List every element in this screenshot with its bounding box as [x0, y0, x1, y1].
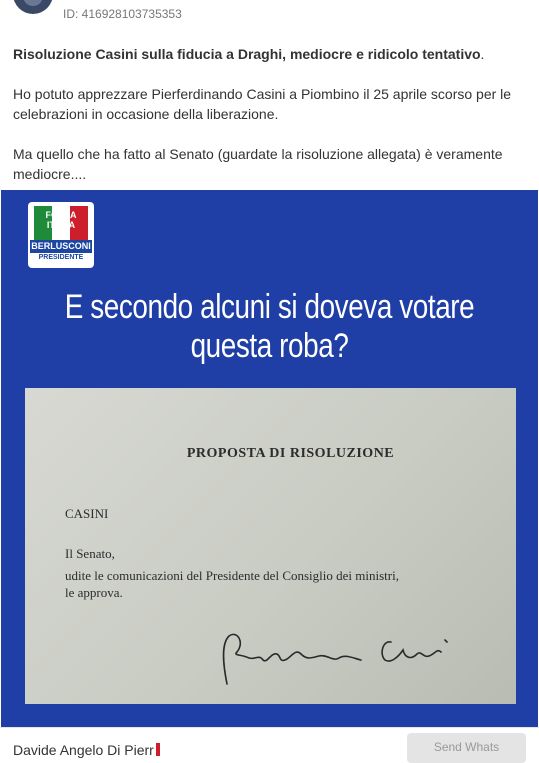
logo-subtitle: PRESIDENTE: [38, 254, 84, 261]
send-whatsapp-button[interactable]: Send Whats: [407, 733, 526, 763]
post-body: Risoluzione Casini sulla fiducia a Dragh…: [13, 44, 528, 204]
post-image[interactable]: FORZA ITALIA BERLUSCONI PRESIDENTE E sec…: [1, 190, 538, 727]
author-name[interactable]: Davide Angelo Di Pierr: [13, 742, 160, 758]
document-title: PROPOSTA DI RISOLUZIONE: [186, 446, 395, 461]
post-paragraph-1: Ho potuto apprezzare Pierferdinando Casi…: [13, 86, 512, 122]
logo-name: BERLUSCONI: [30, 240, 92, 253]
handwritten-signature: [222, 633, 448, 685]
document-line-3: le approva.: [65, 585, 123, 600]
post-title-paragraph: Risoluzione Casini sulla fiducia a Dragh…: [13, 44, 528, 64]
document-name: CASINI: [65, 506, 109, 521]
post-title-period: .: [480, 46, 485, 62]
author-badge: [155, 743, 160, 756]
document-line-2: udite le comunicazioni del Presidente de…: [65, 568, 399, 583]
document-line-1: Il Senato,: [65, 546, 115, 561]
resolution-document: PROPOSTA DI RISOLUZIONE CASINI Il Senato…: [25, 388, 516, 704]
forza-italia-logo: FORZA ITALIA BERLUSCONI PRESIDENTE: [28, 202, 94, 268]
avatar[interactable]: [13, 0, 53, 14]
image-headline: E secondo alcuni si doveva votare questa…: [64, 288, 475, 365]
post-footer: Davide Angelo Di Pierr Send Whats: [0, 727, 539, 763]
logo-brand: FORZA ITALIA: [45, 210, 77, 230]
post-header: ID: 416928103735353: [0, 0, 539, 30]
post-id: ID: 416928103735353: [63, 7, 182, 21]
post-title: Risoluzione Casini sulla fiducia a Dragh…: [13, 46, 481, 62]
post-paragraph-2: Ma quello che ha fatto al Senato (guarda…: [13, 146, 503, 182]
